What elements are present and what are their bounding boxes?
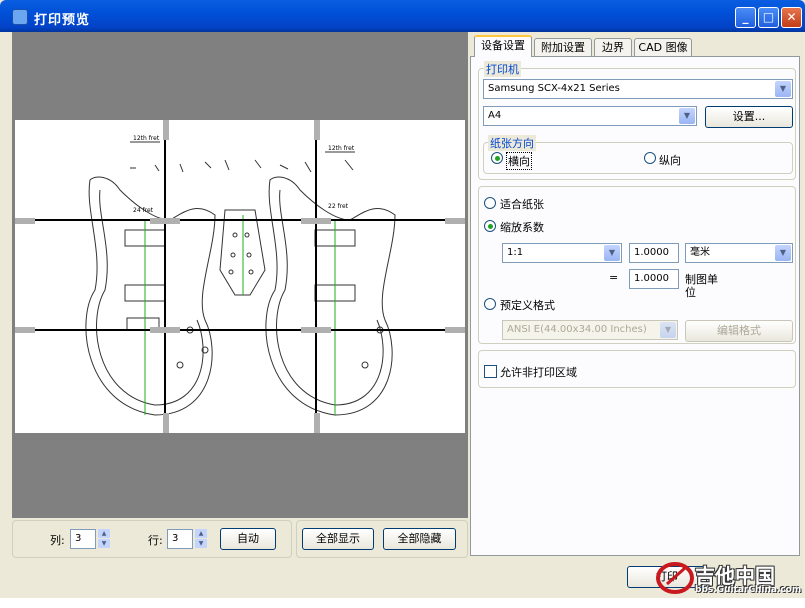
fret-label: 12th fret <box>133 135 160 142</box>
tab-cad-image[interactable]: CAD 图像 <box>634 38 692 56</box>
scale-factor-label: 缩放系数 <box>500 221 544 234</box>
rows-label: 行: <box>148 534 163 547</box>
app-icon <box>12 9 28 25</box>
rows-input[interactable]: 3 <box>167 529 193 549</box>
cols-spinner[interactable]: ▲ ▼ <box>98 529 110 549</box>
fret-label: 22 fret <box>328 203 349 210</box>
window-title: 打印预览 <box>34 13 91 28</box>
landscape-label: 横向 <box>506 152 532 170</box>
portrait-label: 纵向 <box>659 154 681 167</box>
preset-format-radio[interactable] <box>484 298 496 310</box>
preview-sheet: 12th fret 12th fret 24 fret 22 fret <box>15 120 465 433</box>
landscape-radio[interactable] <box>491 152 503 164</box>
paper-size: A4 <box>488 110 502 121</box>
fit-to-paper-label: 适合纸张 <box>500 198 544 211</box>
scale-value-input[interactable]: 1.0000 <box>629 243 679 263</box>
fret-label: 24 fret <box>133 207 154 214</box>
rows-spinner[interactable]: ▲ ▼ <box>195 529 207 549</box>
title-bar[interactable] <box>0 0 805 32</box>
tab-margins[interactable]: 边界 <box>594 38 632 56</box>
watermark-url: bbs.GuitarChina.com <box>695 585 802 595</box>
hide-all-button[interactable]: 全部隐藏 <box>383 528 456 550</box>
cols-input[interactable]: 3 <box>70 529 96 549</box>
close-icon[interactable]: ✕ <box>781 7 802 28</box>
preset-format-label: 预定义格式 <box>500 299 555 312</box>
preset-format-value: ANSI E(44.00x34.00 Inches) <box>507 324 647 335</box>
chevron-down-icon[interactable]: ▼ <box>775 81 791 97</box>
printer-setup-button[interactable]: 设置... <box>705 106 793 128</box>
edit-format-button[interactable]: 编辑格式 <box>685 320 793 342</box>
nonprint-label: 允许非打印区域 <box>500 366 577 379</box>
preset-format-select[interactable]: ANSI E(44.00x34.00 Inches) ▼ <box>502 320 678 340</box>
chevron-down-icon[interactable]: ▼ <box>679 108 695 124</box>
maximize-icon[interactable]: □ <box>758 7 779 28</box>
scale-ratio-value: 1:1 <box>507 247 524 258</box>
chevron-down-icon[interactable]: ▼ <box>604 245 620 261</box>
chevron-down-icon[interactable]: ▼ <box>775 245 791 261</box>
tab-additional-settings[interactable]: 附加设置 <box>534 38 592 56</box>
scale-factor-radio[interactable] <box>484 220 496 232</box>
printer-group-label: 打印机 <box>484 61 521 77</box>
watermark: 吉他中国 bbs.GuitarChina.com <box>655 558 802 598</box>
chevron-down-icon[interactable]: ▼ <box>660 322 676 338</box>
minimize-icon[interactable]: _ <box>735 7 756 28</box>
fret-label: 12th fret <box>328 145 355 152</box>
unit-value: 毫米 <box>690 247 710 258</box>
paper-select[interactable]: A4 ▼ <box>483 106 697 126</box>
unit-select[interactable]: 毫米 ▼ <box>685 243 793 263</box>
cols-label: 列: <box>50 534 65 547</box>
auto-button[interactable]: 自动 <box>220 528 276 550</box>
drawing-units-input[interactable]: 1.0000 <box>629 269 679 289</box>
printer-name: Samsung SCX-4x21 Series <box>488 83 620 94</box>
show-all-button[interactable]: 全部显示 <box>302 528 374 550</box>
drawing-units-label: 制图单位 <box>685 273 718 299</box>
orientation-group-label: 纸张方向 <box>488 135 536 151</box>
nonprint-checkbox[interactable] <box>484 365 497 378</box>
fit-to-paper-radio[interactable] <box>484 197 496 209</box>
tab-device-settings[interactable]: 设备设置 <box>474 35 532 57</box>
portrait-radio[interactable] <box>644 152 656 164</box>
printer-select[interactable]: Samsung SCX-4x21 Series ▼ <box>483 79 793 99</box>
equals-sign: = <box>609 271 619 284</box>
scale-ratio-select[interactable]: 1:1 ▼ <box>502 243 622 263</box>
guitar-drawing: 12th fret 12th fret 24 fret 22 fret <box>15 120 465 433</box>
